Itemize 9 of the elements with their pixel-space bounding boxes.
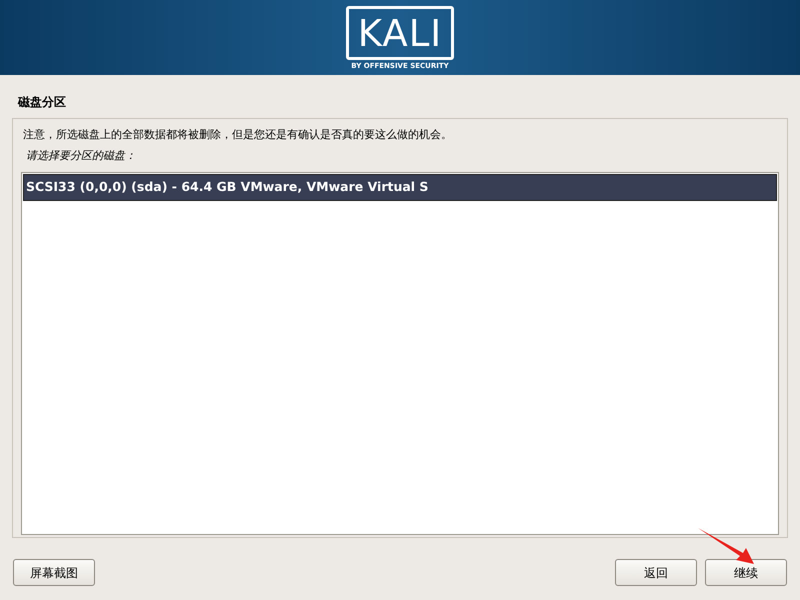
notice-text: 注意，所选磁盘上的全部数据都将被删除，但是您还是有确认是否真的要这么做的机会。 [23, 127, 453, 143]
back-button[interactable]: 返回 [615, 559, 697, 586]
continue-button[interactable]: 继续 [705, 559, 787, 586]
logo-text: KALI [358, 14, 442, 52]
screenshot-button[interactable]: 屏幕截图 [13, 559, 95, 586]
prompt-text: 请选择要分区的磁盘： [26, 148, 137, 164]
annotation-arrow [696, 526, 756, 566]
page-title: 磁盘分区 [18, 95, 66, 109]
disk-item[interactable]: SCSI33 (0,0,0) (sda) - 64.4 GB VMware, VMware Virtual S [23, 174, 777, 201]
